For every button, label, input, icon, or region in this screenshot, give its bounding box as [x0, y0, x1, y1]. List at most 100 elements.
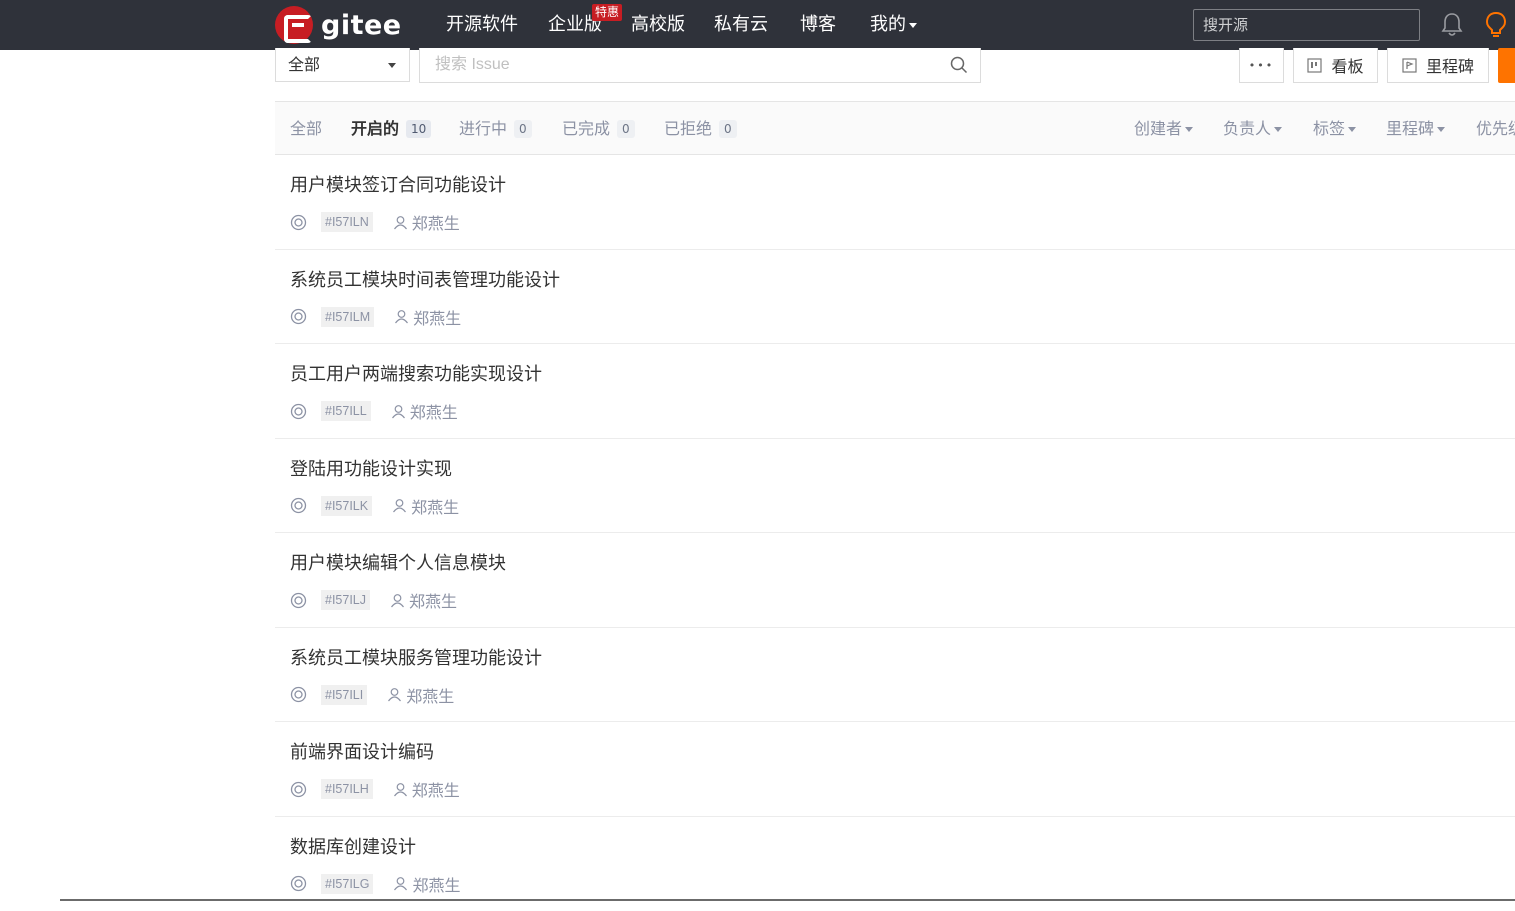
more-dots-icon: •••: [1249, 59, 1274, 72]
issue-id[interactable]: #I57ILL: [321, 401, 371, 421]
kanban-board-label: 看板: [1331, 53, 1363, 77]
tab-completed[interactable]: 已完成0: [562, 118, 635, 140]
tab-open[interactable]: 开启的10: [351, 118, 431, 140]
promo-badge: 特惠: [592, 4, 622, 21]
count-badge: 0: [719, 120, 737, 138]
tab-label: 全部: [290, 119, 322, 138]
issue-id[interactable]: #I57ILJ: [321, 590, 370, 610]
filter-label-tag[interactable]: 标签: [1313, 118, 1356, 140]
issue-row[interactable]: 数据库创建设计 #I57ILG 郑燕生: [275, 817, 1515, 911]
nav-mine-label: 我的: [870, 14, 906, 35]
kanban-board-button[interactable]: 看板: [1293, 48, 1378, 83]
search-icon[interactable]: [950, 56, 968, 74]
gitee-logo-icon: [275, 6, 313, 44]
issue-title[interactable]: 用户模块编辑个人信息模块: [290, 551, 506, 576]
user-icon: [391, 404, 406, 419]
nav-private-cloud[interactable]: 私有云: [714, 13, 768, 37]
chevron-down-icon: [1348, 127, 1356, 132]
issue-assignee[interactable]: 郑燕生: [387, 683, 454, 707]
filter-label: 优先级: [1476, 119, 1515, 138]
issue-title[interactable]: 员工用户两端搜索功能实现设计: [290, 362, 542, 387]
issue-row[interactable]: 前端界面设计编码 #I57ILH 郑燕生: [275, 722, 1515, 817]
issue-row[interactable]: 系统员工模块时间表管理功能设计 #I57ILM 郑燕生: [275, 250, 1515, 345]
tab-all[interactable]: 全部: [290, 118, 322, 140]
issue-assignee[interactable]: 郑燕生: [391, 399, 458, 423]
issue-row[interactable]: 用户模块签订合同功能设计 #I57ILN 郑燕生: [275, 155, 1515, 250]
tab-rejected[interactable]: 已拒绝 0: [664, 118, 737, 140]
assignee-name: 郑燕生: [411, 494, 459, 518]
nav-mine-dropdown[interactable]: 我的: [870, 13, 917, 37]
user-icon: [393, 876, 408, 891]
issue-meta: #I57ILI 郑燕生: [290, 684, 454, 706]
issue-scope-select[interactable]: 全部: [275, 48, 410, 82]
assignee-name: 郑燕生: [410, 399, 458, 423]
issue-meta: #I57ILM 郑燕生: [290, 306, 461, 328]
nav-blog[interactable]: 博客: [800, 13, 836, 37]
issue-open-icon: [290, 686, 307, 703]
lightbulb-icon[interactable]: [1485, 11, 1507, 39]
nav-open-source[interactable]: 开源软件: [446, 13, 518, 37]
assignee-name: 郑燕生: [412, 872, 460, 896]
issue-id[interactable]: #I57ILM: [321, 307, 374, 327]
issue-open-icon: [290, 875, 307, 892]
filter-label: 标签: [1313, 119, 1345, 138]
nav-university[interactable]: 高校版: [631, 13, 685, 37]
issue-row[interactable]: 用户模块编辑个人信息模块 #I57ILJ 郑燕生: [275, 533, 1515, 628]
assignee-name: 郑燕生: [413, 305, 461, 329]
assignee-name: 郑燕生: [412, 210, 460, 234]
issue-assignee[interactable]: 郑燕生: [394, 305, 461, 329]
more-options-button[interactable]: •••: [1239, 48, 1284, 83]
issue-title[interactable]: 系统员工模块时间表管理功能设计: [290, 268, 560, 293]
issue-meta: #I57ILJ 郑燕生: [290, 589, 457, 611]
issue-assignee[interactable]: 郑燕生: [393, 210, 460, 234]
issue-assignee[interactable]: 郑燕生: [393, 777, 460, 801]
bell-icon[interactable]: [1441, 12, 1463, 38]
assignee-name: 郑燕生: [412, 777, 460, 801]
issue-title[interactable]: 用户模块签订合同功能设计: [290, 173, 506, 198]
chevron-down-icon: [1274, 127, 1282, 132]
kanban-icon: [1307, 58, 1322, 73]
issue-title[interactable]: 前端界面设计编码: [290, 740, 434, 765]
user-icon: [387, 687, 402, 702]
issue-row[interactable]: 登陆用功能设计实现 #I57ILK 郑燕生: [275, 439, 1515, 534]
issue-id[interactable]: #I57ILH: [321, 779, 373, 799]
issue-assignee[interactable]: 郑燕生: [393, 872, 460, 896]
issue-search-input[interactable]: [420, 48, 980, 82]
filter-milestone[interactable]: 里程碑: [1386, 118, 1445, 140]
issue-id[interactable]: #I57ILK: [321, 496, 372, 516]
global-search-input[interactable]: [1193, 9, 1420, 41]
issue-title[interactable]: 系统员工模块服务管理功能设计: [290, 646, 542, 671]
user-icon: [393, 215, 408, 230]
filter-assignee[interactable]: 负责人: [1223, 118, 1282, 140]
issue-title[interactable]: 登陆用功能设计实现: [290, 457, 452, 482]
tab-label: 已拒绝: [664, 119, 712, 138]
issue-open-icon: [290, 781, 307, 798]
issue-scope-value: 全部: [288, 55, 320, 74]
issue-state-tabs: 全部 开启的10 进行中0 已完成0 已拒绝 0 创建者 负责人 标签 里程碑 优…: [275, 101, 1515, 155]
chevron-down-icon: [1185, 127, 1193, 132]
issue-assignee[interactable]: 郑燕生: [390, 588, 457, 612]
issue-open-icon: [290, 403, 307, 420]
gitee-logo[interactable]: gitee: [275, 6, 402, 44]
chevron-down-icon: [909, 23, 917, 28]
issue-row[interactable]: 员工用户两端搜索功能实现设计 #I57ILL 郑燕生: [275, 344, 1515, 439]
milestone-button[interactable]: 里程碑: [1387, 48, 1489, 83]
issue-row[interactable]: 系统员工模块服务管理功能设计 #I57ILI 郑燕生: [275, 628, 1515, 723]
filter-priority[interactable]: 优先级: [1476, 118, 1515, 140]
issue-title[interactable]: 数据库创建设计: [290, 835, 416, 860]
issue-list: 用户模块签订合同功能设计 #I57ILN 郑燕生 系统员工模块时间表管理功能设计…: [275, 155, 1515, 911]
tab-in-progress[interactable]: 进行中0: [459, 118, 532, 140]
filter-label: 负责人: [1223, 119, 1271, 138]
tab-label: 进行中: [459, 119, 507, 138]
issue-id[interactable]: #I57ILN: [321, 212, 373, 232]
filter-creator[interactable]: 创建者: [1134, 118, 1193, 140]
issue-id[interactable]: #I57ILG: [321, 874, 373, 894]
milestone-label: 里程碑: [1426, 53, 1474, 77]
issue-id[interactable]: #I57ILI: [321, 685, 367, 705]
user-icon: [392, 498, 407, 513]
issue-assignee[interactable]: 郑燕生: [392, 494, 459, 518]
new-issue-button[interactable]: [1498, 48, 1515, 83]
issue-meta: #I57ILG 郑燕生: [290, 873, 461, 895]
top-navbar: gitee 开源软件 企业版 特惠 高校版 私有云 博客 我的: [0, 0, 1515, 50]
user-icon: [390, 593, 405, 608]
